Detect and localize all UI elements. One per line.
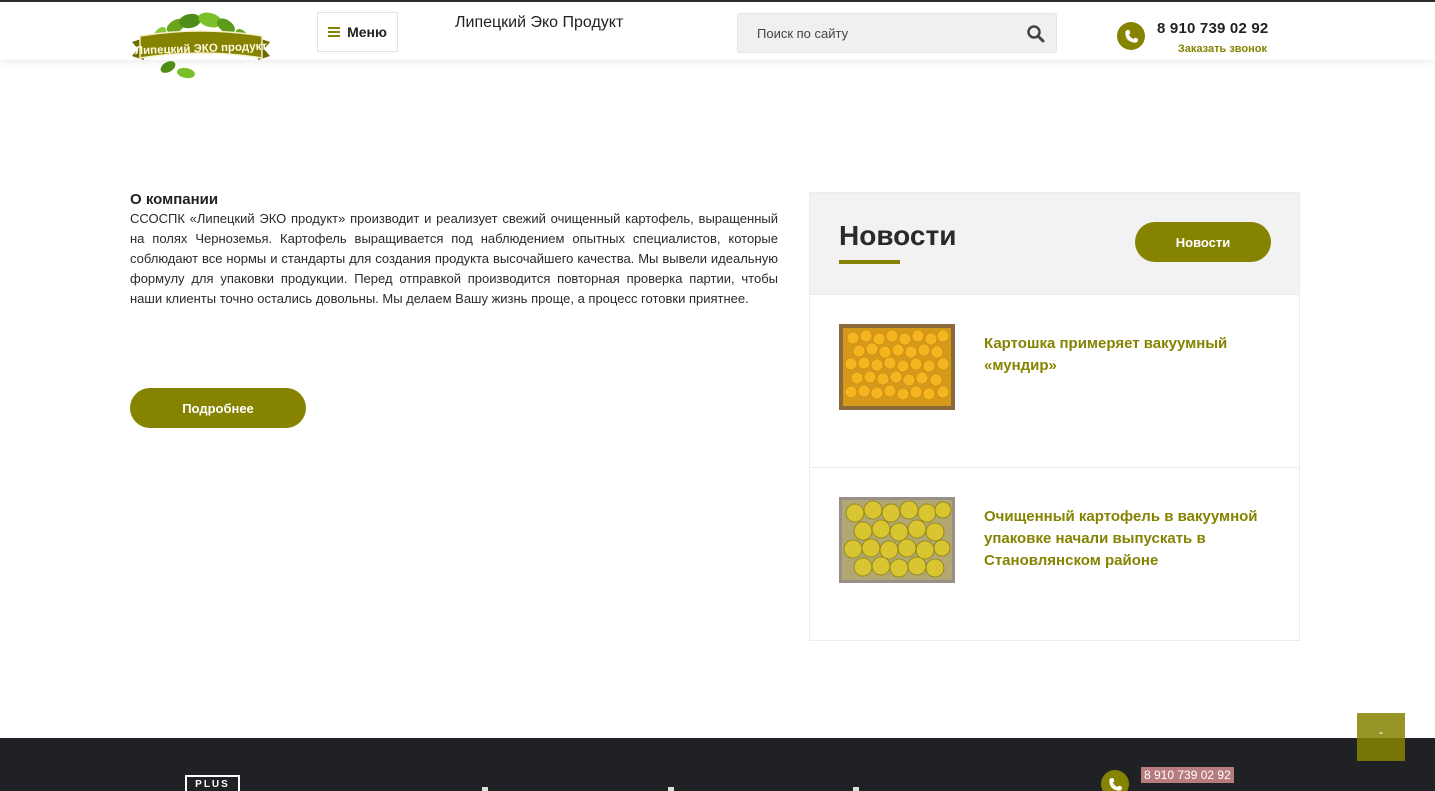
footer-menu-heading bbox=[668, 787, 674, 791]
scroll-top-button[interactable]: ˆ bbox=[1357, 713, 1405, 761]
news-link[interactable]: Очищенный картофель в вакуумной упаковке… bbox=[984, 506, 1274, 572]
news-item: Картошка примеряет вакуумный «мундир» bbox=[810, 294, 1299, 467]
footer-phone[interactable]: 8 910 739 02 92 bbox=[1141, 767, 1234, 783]
footer-menu-heading bbox=[853, 787, 859, 791]
footer-menu-heading bbox=[482, 787, 488, 791]
footer-logo[interactable]: PLUS bbox=[185, 775, 240, 791]
page: Липецкий ЭКО продукт Меню Липецкий Эко П… bbox=[0, 0, 1435, 791]
about-title: О компании bbox=[130, 191, 219, 208]
site-logo[interactable]: Липецкий ЭКО продукт bbox=[130, 12, 272, 80]
about-text: ССОСПК «Липецкий ЭКО продукт» производит… bbox=[130, 211, 778, 306]
logo-graphic: Липецкий ЭКО продукт bbox=[132, 12, 270, 79]
menu-label: Меню bbox=[347, 24, 387, 40]
news-header: Новости Новости bbox=[810, 193, 1299, 294]
menu-icon bbox=[328, 27, 341, 37]
news-title: Новости bbox=[839, 220, 957, 251]
search-icon[interactable] bbox=[1026, 24, 1046, 44]
site-footer: PLUS 8 910 739 02 92 bbox=[0, 738, 1435, 791]
callback-link[interactable]: Заказать звонок bbox=[1178, 43, 1267, 55]
site-header: Липецкий ЭКО продукт Меню Липецкий Эко П… bbox=[0, 0, 1435, 79]
news-button[interactable]: Новости bbox=[1135, 222, 1271, 262]
search-input[interactable] bbox=[738, 14, 1018, 52]
news-link[interactable]: Картошка примеряет вакуумный «мундир» bbox=[984, 333, 1274, 377]
more-button[interactable]: Подробнее bbox=[130, 388, 306, 428]
news-item: Очищенный картофель в вакуумной упаковке… bbox=[810, 467, 1299, 640]
scroll-top-icon: ˆ bbox=[1379, 730, 1383, 744]
phone-icon bbox=[1117, 22, 1145, 50]
news-panel: Новости Новости Картошка примеряет вакуу… bbox=[809, 192, 1300, 641]
phone-icon bbox=[1101, 770, 1129, 791]
news-title-underline bbox=[839, 260, 900, 264]
site-title: Липецкий Эко Продукт bbox=[455, 14, 624, 31]
news-thumbnail[interactable] bbox=[839, 324, 955, 410]
search-bar bbox=[737, 13, 1057, 53]
news-thumbnail[interactable] bbox=[839, 497, 955, 583]
menu-button[interactable]: Меню bbox=[317, 12, 398, 52]
header-phone[interactable]: 8 910 739 02 92 bbox=[1157, 20, 1268, 37]
